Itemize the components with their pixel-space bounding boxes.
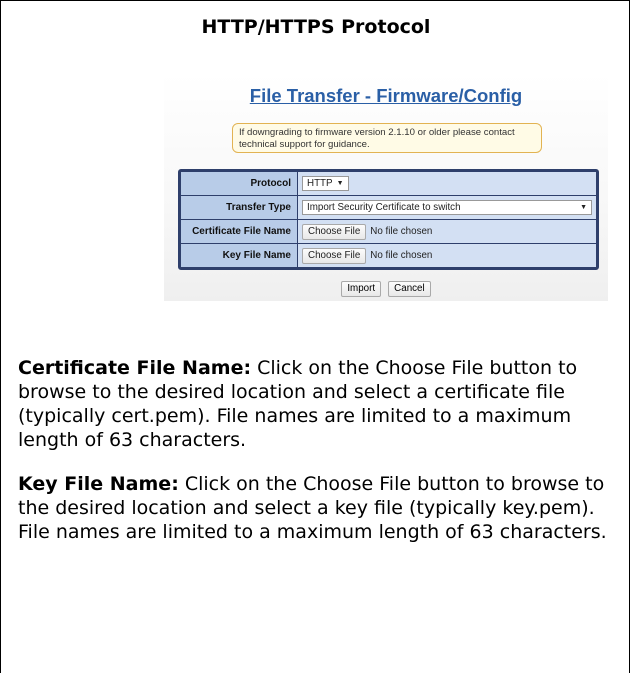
firmware-config-screenshot: File Transfer - Firmware/Config If downg… xyxy=(164,73,608,301)
key-file-status: No file chosen xyxy=(370,250,433,261)
downgrade-note: If downgrading to firmware version 2.1.1… xyxy=(232,123,542,153)
certificate-term: Certificate File Name: xyxy=(18,357,252,379)
transfer-type-select[interactable]: Import Security Certificate to switch ▼ xyxy=(302,200,592,215)
certificate-file-cell: Choose File No file chosen xyxy=(298,220,596,243)
dropdown-caret-icon: ▼ xyxy=(580,204,587,211)
key-file-cell: Choose File No file chosen xyxy=(298,244,596,267)
key-choose-file-button[interactable]: Choose File xyxy=(302,247,367,264)
form-row-key-file: Key File Name Choose File No file chosen xyxy=(181,244,596,267)
certificate-file-description: Certificate File Name: Click on the Choo… xyxy=(18,356,618,452)
protocol-value: HTTP xyxy=(307,178,333,189)
transfer-type-label: Transfer Type xyxy=(181,196,297,219)
form-row-transfer-type: Transfer Type Import Security Certificat… xyxy=(181,196,596,219)
transfer-type-value: Import Security Certificate to switch xyxy=(307,202,461,213)
certificate-choose-file-button[interactable]: Choose File xyxy=(302,223,367,240)
cancel-button[interactable]: Cancel xyxy=(388,281,431,297)
screenshot-title: File Transfer - Firmware/Config xyxy=(249,85,523,106)
protocol-label: Protocol xyxy=(181,172,297,195)
form-actions: Import Cancel xyxy=(164,276,608,297)
section-heading: HTTP/HTTPS Protocol xyxy=(201,16,431,38)
protocol-cell: HTTP ▼ xyxy=(298,172,596,195)
key-term: Key File Name: xyxy=(18,473,179,495)
form-row-protocol: Protocol HTTP ▼ xyxy=(181,172,596,195)
form-row-certificate-file: Certificate File Name Choose File No fil… xyxy=(181,220,596,243)
import-button[interactable]: Import xyxy=(341,281,382,297)
certificate-file-label: Certificate File Name xyxy=(181,220,297,243)
dropdown-caret-icon: ▼ xyxy=(336,180,344,187)
page-frame-bottom xyxy=(0,657,630,673)
file-transfer-form: Protocol HTTP ▼ Transfer Type Import Secu… xyxy=(178,169,599,270)
key-file-label: Key File Name xyxy=(181,244,297,267)
transfer-type-cell: Import Security Certificate to switch ▼ xyxy=(298,196,596,219)
key-file-description: Key File Name: Click on the Choose File … xyxy=(18,472,618,544)
certificate-file-status: No file chosen xyxy=(370,226,433,237)
protocol-select[interactable]: HTTP ▼ xyxy=(302,176,349,191)
